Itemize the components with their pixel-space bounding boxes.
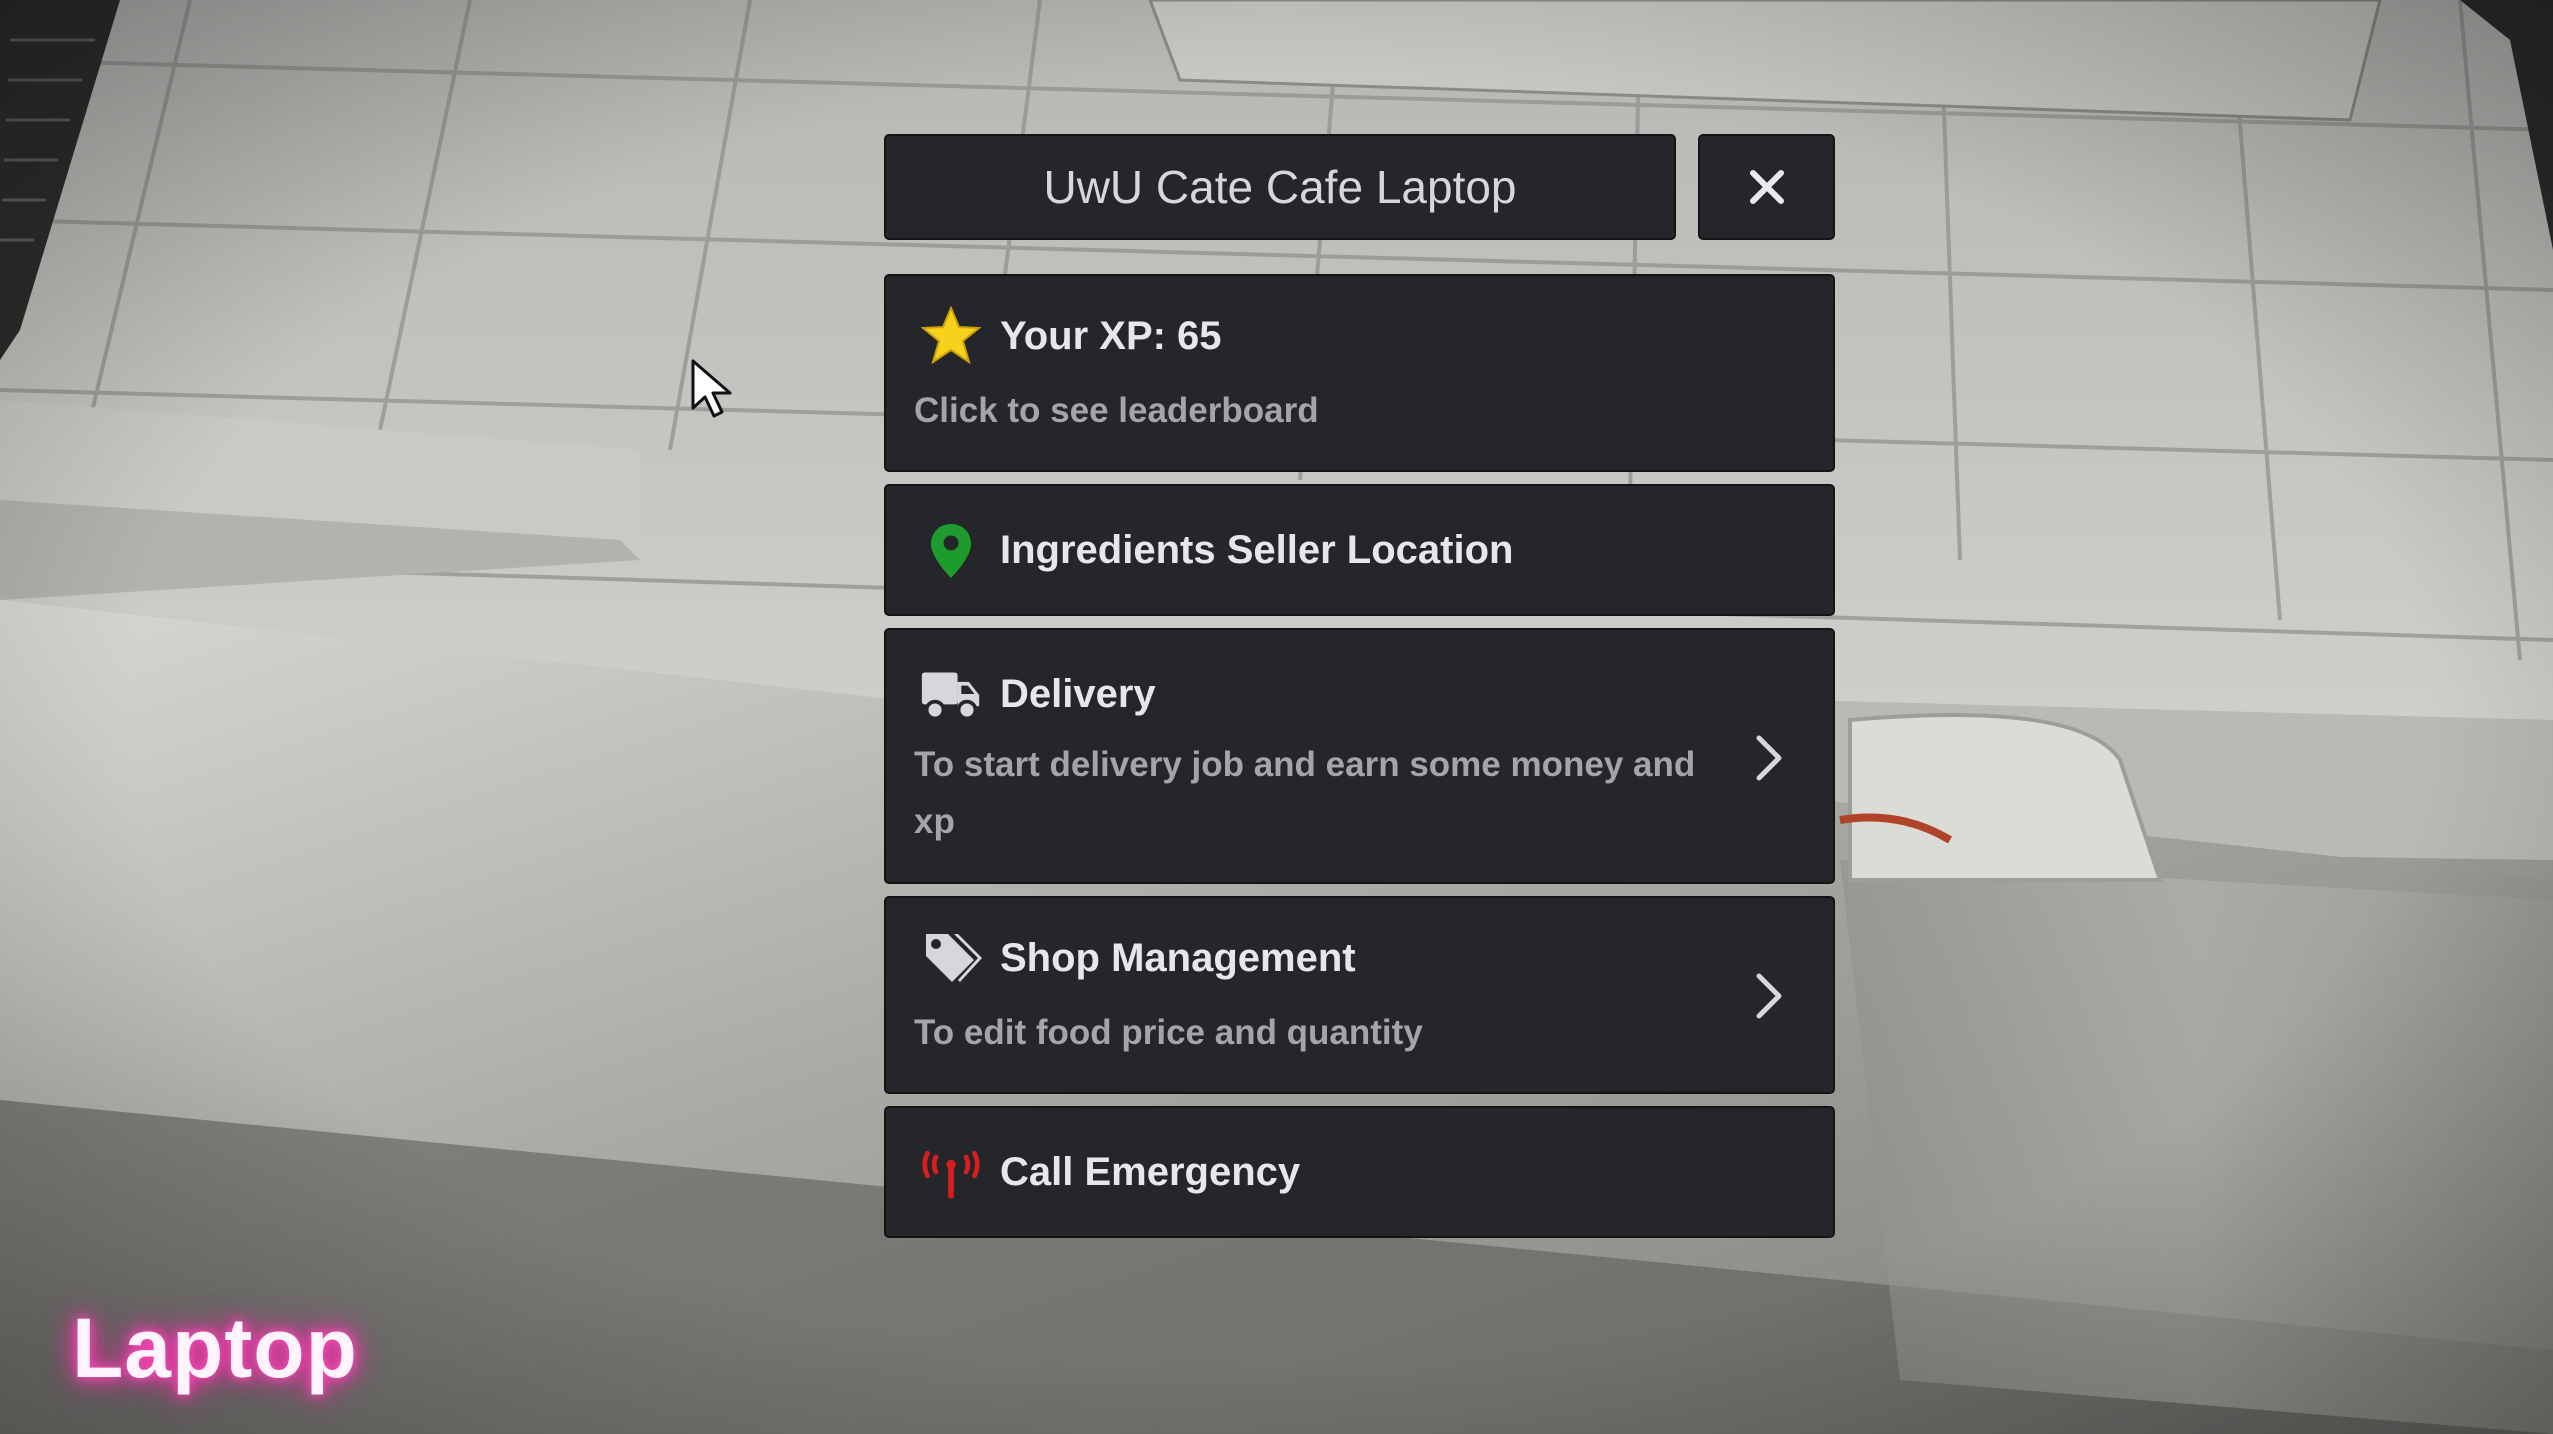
signal-tower-icon (920, 1142, 982, 1204)
truck-icon (920, 664, 982, 726)
shop-management-label: Shop Management (1000, 936, 1356, 980)
mouse-cursor-icon (691, 359, 732, 418)
leaderboard-hint: Click to see leaderboard (914, 391, 1319, 430)
menu-item-xp[interactable]: Your XP: 65 Click to see leaderboard (884, 274, 1835, 472)
menu-item-delivery[interactable]: Delivery To start delivery job and earn … (884, 628, 1835, 884)
close-icon (1749, 170, 1784, 204)
map-pin-icon (920, 520, 982, 582)
chevron-right-icon (1756, 735, 1782, 781)
laptop-menu: UwU Cate Cafe Laptop Your XP: 65 Click t… (884, 134, 1835, 1238)
call-emergency-label: Call Emergency (1000, 1150, 1301, 1194)
menu-item-call-emergency[interactable]: Call Emergency (884, 1106, 1835, 1238)
menu-header: UwU Cate Cafe Laptop (884, 134, 1835, 242)
delivery-description: To start delivery job and earn some mone… (914, 745, 1696, 841)
ingredients-seller-label: Ingredients Seller Location (1000, 528, 1514, 572)
delivery-label: Delivery (1000, 672, 1156, 716)
video-caption: Laptop (72, 1301, 358, 1395)
menu-item-shop-management[interactable]: Shop Management To edit food price and q… (884, 896, 1835, 1094)
menu-title: UwU Cate Cafe Laptop (884, 134, 1676, 240)
menu-item-ingredients-seller[interactable]: Ingredients Seller Location (884, 484, 1835, 616)
close-button[interactable] (1698, 134, 1835, 240)
chevron-right-icon (1756, 973, 1782, 1019)
star-icon (920, 304, 982, 366)
shop-management-description: To edit food price and quantity (914, 1013, 1423, 1052)
xp-label: Your XP: 65 (1000, 314, 1222, 358)
tags-icon (920, 928, 982, 990)
